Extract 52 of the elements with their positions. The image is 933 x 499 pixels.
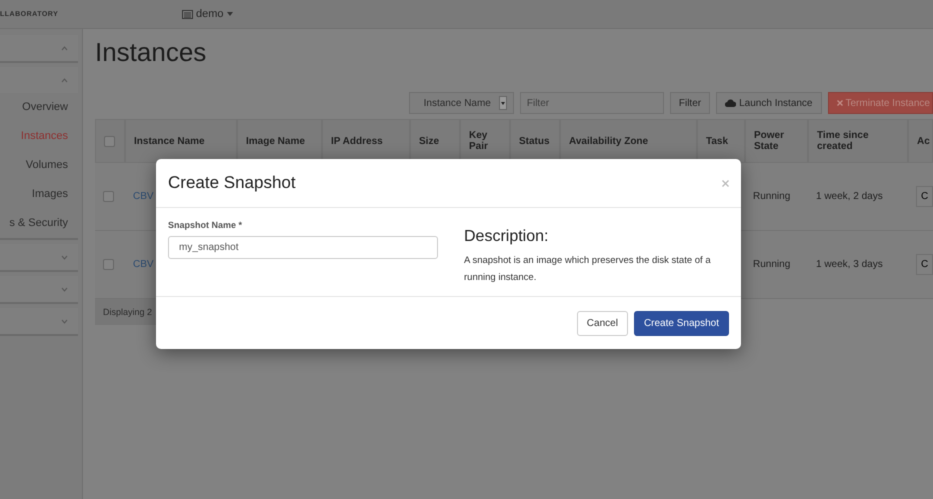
column-header: Size [419,136,440,146]
chevron-icon [61,286,68,292]
instance-link[interactable]: CBV [133,191,154,202]
field-label: Snapshot Name * [168,220,244,230]
table-cell: Running [753,191,790,202]
create-snapshot-button[interactable]: Create Snapshot [634,311,729,336]
dialog-title: Create Snapshot [168,173,296,193]
chevron-icon [61,318,68,324]
filter-field[interactable]: Filter [520,92,664,114]
column-header: Availability Zone [569,136,648,146]
chevron-icon [61,254,68,260]
column-header: Key Pair [469,130,489,152]
terminate-button[interactable]: Terminate Instance [828,92,933,114]
close-icon [836,100,842,106]
table-cell: Running [753,259,790,270]
column-header: Status [519,136,550,146]
select-all-checkbox[interactable] [104,136,115,146]
cancel-button[interactable]: Cancel [576,311,628,336]
description-text: A snapshot is an image which preserves the disk state of a running instance. [464,254,712,285]
snapshot-name-field[interactable]: my_snapshot [168,236,438,259]
sidebar-item[interactable]: Instances [0,122,78,151]
table-cell: 1 week, 2 days [816,191,883,202]
sidebar-item[interactable]: Images [0,180,78,209]
chevron-icon [61,78,68,82]
column-header: IP Address [331,136,383,146]
row-checkbox[interactable] [103,259,114,270]
sidebar-item[interactable]: s & Security [0,209,78,238]
launch-instance-button[interactable]: Launch Instance [716,92,822,114]
caret-icon [500,102,505,104]
instance-link[interactable]: CBV [133,259,154,270]
column-header: Power State [754,130,786,152]
sidebar-item[interactable]: Overview [0,93,78,122]
column-header: Task [706,136,728,146]
action-button[interactable]: C [916,254,933,275]
sidebar-item[interactable]: Volumes [0,151,78,180]
action-button[interactable]: C [916,186,933,207]
row-checkbox[interactable] [103,191,114,202]
page-title: Instances [95,37,208,68]
column-header: Ac [917,136,930,146]
filter-select[interactable]: Instance Name [408,92,514,114]
filter-button[interactable]: Filter [670,92,710,114]
table-cell: 1 week, 3 days [816,259,883,270]
column-header: Instance Name [134,136,205,146]
calendar-icon [182,10,193,18]
chevron-icon [61,46,68,50]
caret-icon [226,12,233,16]
close-icon[interactable] [722,180,729,186]
column-header: Time since created [817,130,870,152]
project-selector[interactable]: demo [182,8,233,20]
description-heading: Description: [464,228,550,246]
cloud-icon [725,99,736,107]
column-header: Image Name [246,136,305,146]
